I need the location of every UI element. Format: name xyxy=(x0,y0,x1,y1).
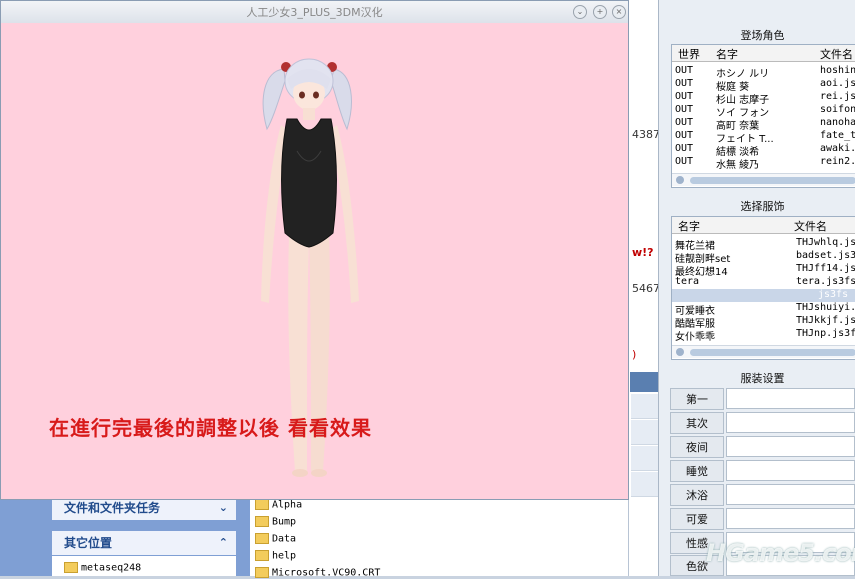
scroll-thumb[interactable] xyxy=(690,349,855,356)
slot-button-bath[interactable]: 沐浴 xyxy=(670,484,724,506)
strip-value-2: w!? xyxy=(632,246,654,259)
costume-row[interactable]: 女仆乖乖 THJnp.js3f xyxy=(672,328,855,343)
folder-item[interactable]: Alpha xyxy=(255,499,302,511)
pane-title-label: 其它位置 xyxy=(64,536,113,550)
overlay-caption: 在進行完最後的調整以後 看看效果 xyxy=(49,416,372,440)
character-list[interactable]: 世界 名字 文件名 OUT ホシノ ルリ hoshin OUT 桜庭 葵 aoi.js … xyxy=(671,44,855,188)
folder-icon xyxy=(64,562,78,573)
costume-row[interactable]: 最终幻想14 THJff14.js xyxy=(672,263,855,278)
character-row[interactable]: OUT 高町 奈葉 nanoha xyxy=(672,117,855,132)
costumes-title: 选择服饰 xyxy=(740,200,785,213)
folder-icon xyxy=(255,550,269,561)
title-bar[interactable]: 人工少女3_PLUS_3DM汉化 ⌄ + × xyxy=(1,1,628,24)
column-world[interactable]: 世界 xyxy=(678,46,700,62)
horizontal-scrollbar[interactable] xyxy=(672,173,855,186)
app-window: 人工少女3_PLUS_3DM汉化 ⌄ + × 在進行完最後的調整以後 看看效果 xyxy=(0,0,629,500)
list-header: 名字 文件名 xyxy=(672,217,855,234)
folder-icon xyxy=(255,567,269,578)
column-name[interactable]: 名字 xyxy=(678,218,700,234)
slot-button-first[interactable]: 第一 xyxy=(670,388,724,410)
costume-row-selected[interactable]: js3fs xyxy=(672,289,855,302)
pane-body: metaseq248 xyxy=(52,556,236,576)
slot-field-bath[interactable] xyxy=(726,484,855,505)
strip-value-1: 4387 xyxy=(632,128,660,141)
explorer-file-list xyxy=(250,497,628,576)
character-row[interactable]: OUT 結標 淡希 awaki. xyxy=(672,143,855,158)
close-icon[interactable]: × xyxy=(612,5,626,19)
slot-button-night[interactable]: 夜间 xyxy=(670,436,724,458)
column-name[interactable]: 名字 xyxy=(716,46,738,62)
costume-list[interactable]: 名字 文件名 舞花兰裙 THJwhlq.js 硅靓剖畔set badset.js3 … xyxy=(671,216,855,360)
place-link-metaseq[interactable]: metaseq248 xyxy=(64,562,141,574)
character-row[interactable]: OUT フェイト T... fate_t xyxy=(672,130,855,145)
scroll-left-icon[interactable] xyxy=(676,176,684,184)
slot-field-night[interactable] xyxy=(726,436,855,457)
chevron-up-icon[interactable]: ⌃ xyxy=(219,531,228,555)
slot-field-second[interactable] xyxy=(726,412,855,433)
folder-item[interactable]: Microsoft.VC90.CRT xyxy=(255,567,380,579)
strip-value-4: ) xyxy=(632,348,637,361)
maximize-icon[interactable]: + xyxy=(593,5,607,19)
folder-item[interactable]: Bump xyxy=(255,516,296,528)
scroll-thumb[interactable] xyxy=(690,177,855,184)
character-row[interactable]: OUT ソイ フォン soifon xyxy=(672,104,855,119)
column-file[interactable]: 文件名 xyxy=(794,218,827,234)
character-row[interactable]: OUT ホシノ ルリ hoshin xyxy=(672,65,855,80)
column-file[interactable]: 文件名 xyxy=(820,46,853,62)
folder-item[interactable]: help xyxy=(255,550,296,562)
character-row[interactable]: OUT 桜庭 葵 aoi.js xyxy=(672,78,855,93)
folder-icon xyxy=(255,516,269,527)
costume-row[interactable]: 可爱睡衣 THJshuiyi. xyxy=(672,302,855,317)
costume-row[interactable]: 硅靓剖畔set badset.js3 xyxy=(672,250,855,265)
pane-title-label: 文件和文件夹任务 xyxy=(64,501,161,515)
costume-row[interactable]: 酷酷军服 THJkkjf.js xyxy=(672,315,855,330)
folder-item[interactable]: Data xyxy=(255,533,296,545)
costume-row[interactable]: tera tera.js3fs xyxy=(672,276,855,289)
slot-field-sleep[interactable] xyxy=(726,460,855,481)
folder-icon xyxy=(255,533,269,544)
costume-settings-title: 服装设置 xyxy=(740,372,785,385)
character-row[interactable]: OUT 水無 綾乃 rein2. xyxy=(672,156,855,171)
scroll-left-icon[interactable] xyxy=(676,348,684,356)
slot-field-first[interactable] xyxy=(726,388,855,409)
window-title: 人工少女3_PLUS_3DM汉化 xyxy=(246,6,383,19)
slot-button-second[interactable]: 其次 xyxy=(670,412,724,434)
character-row[interactable]: OUT 杉山 志摩子 rei.js xyxy=(672,91,855,106)
slot-field-cute[interactable] xyxy=(726,508,855,529)
pane-title-other-places[interactable]: 其它位置 ⌃ xyxy=(52,531,236,555)
minimize-icon[interactable]: ⌄ xyxy=(573,5,587,19)
horizontal-scrollbar[interactable] xyxy=(672,345,855,358)
strip-value-3: 5467 xyxy=(632,282,660,295)
folder-icon xyxy=(255,499,269,510)
list-header: 世界 名字 文件名 xyxy=(672,45,855,62)
slot-button-sleep[interactable]: 睡觉 xyxy=(670,460,724,482)
costume-row[interactable]: 舞花兰裙 THJwhlq.js xyxy=(672,237,855,252)
characters-title: 登场角色 xyxy=(740,29,785,42)
watermark-logo: HGame5.com xyxy=(706,539,855,567)
slot-button-cute[interactable]: 可爱 xyxy=(670,508,724,530)
